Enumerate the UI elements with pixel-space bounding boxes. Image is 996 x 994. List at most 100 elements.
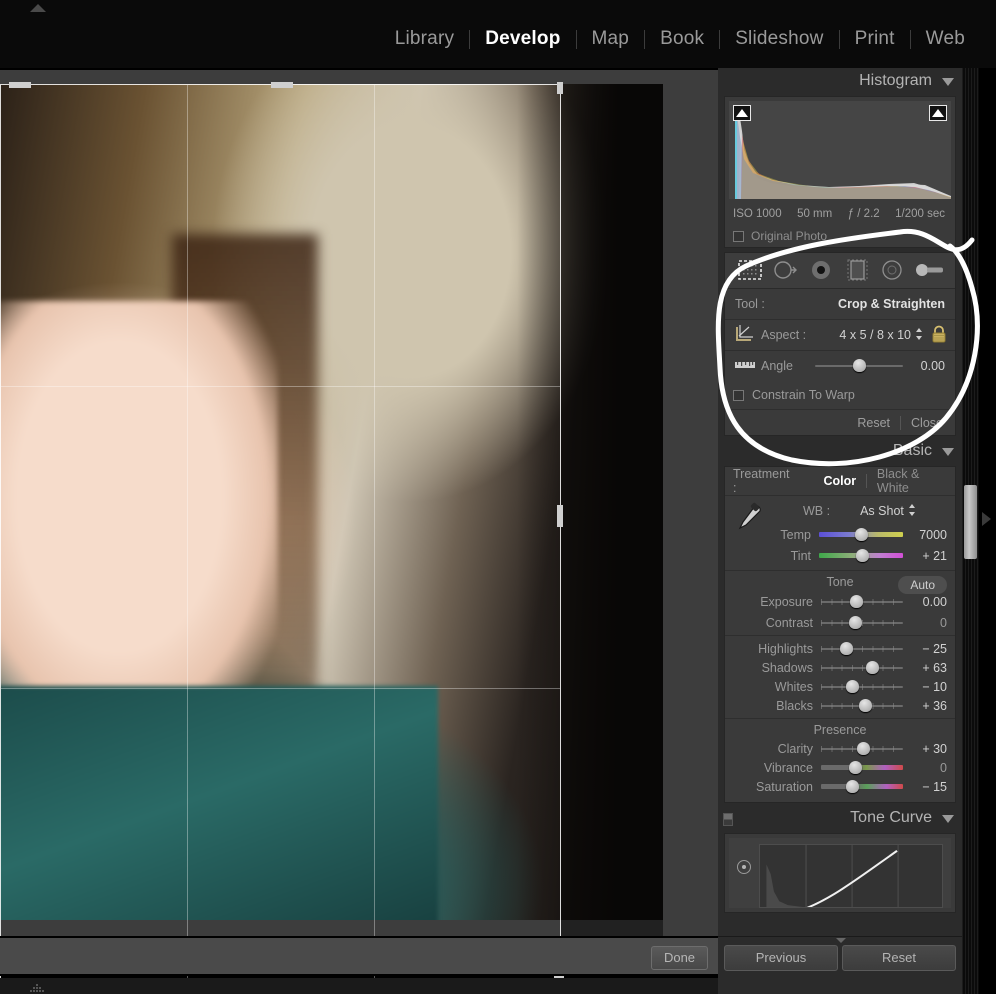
crop-handle-top-left[interactable] <box>9 82 31 88</box>
slider-knob[interactable] <box>848 760 862 774</box>
saturation-slider[interactable] <box>821 779 903 793</box>
crop-handle-top-center[interactable] <box>271 82 293 88</box>
constrain-to-warp-checkbox[interactable] <box>733 389 744 401</box>
top-panel-toggle-arrow-icon[interactable] <box>30 4 46 12</box>
exif-shutter-speed: 1/200 sec <box>895 208 945 220</box>
slider-knob[interactable] <box>845 679 859 693</box>
treatment-bw-option[interactable]: Black & White <box>867 467 947 495</box>
highlight-clipping-indicator[interactable] <box>929 105 947 121</box>
red-eye-icon[interactable] <box>807 259 837 283</box>
original-photo-label: Original Photo <box>751 229 828 243</box>
crop-frame-tool-icon[interactable] <box>733 324 757 347</box>
slider-knob[interactable] <box>858 698 872 712</box>
slider-knob[interactable] <box>857 741 871 755</box>
crop-reset-button[interactable]: Reset <box>857 416 890 430</box>
aspect-value[interactable]: 4 x 5 / 8 x 10 <box>839 328 911 342</box>
wb-value[interactable]: As Shot <box>860 504 904 518</box>
temp-value[interactable]: 7000 <box>911 528 947 542</box>
histogram-graph[interactable] <box>729 101 951 199</box>
whites-label: Whites <box>774 679 813 694</box>
slider-knob[interactable] <box>848 615 862 629</box>
adjustment-brush-icon[interactable] <box>914 259 944 283</box>
slider-knob[interactable] <box>852 359 866 372</box>
angle-value[interactable]: 0.00 <box>911 359 945 373</box>
blacks-value[interactable]: + 36 <box>911 699 947 713</box>
exposure-value[interactable]: 0.00 <box>911 595 947 609</box>
spot-removal-icon[interactable] <box>771 259 801 283</box>
straighten-tool-icon[interactable] <box>733 357 757 376</box>
crop-handle-top-right[interactable] <box>557 82 563 94</box>
shadow-clipping-indicator[interactable] <box>733 105 751 121</box>
crop-grid-line-v1 <box>187 85 188 988</box>
module-book[interactable]: Book <box>645 28 719 50</box>
treatment-color-option[interactable]: Color <box>814 474 867 488</box>
chevron-down-icon[interactable] <box>942 448 954 456</box>
radial-filter-icon[interactable] <box>878 259 908 283</box>
contrast-label: Contrast <box>765 615 813 630</box>
aspect-stepper-icon[interactable] <box>915 327 923 344</box>
reset-button[interactable]: Reset <box>842 945 956 971</box>
crop-overlay-icon[interactable] <box>736 259 766 283</box>
clarity-slider[interactable] <box>821 741 903 755</box>
right-panel-scrollbar-thumb[interactable] <box>964 485 977 559</box>
crop-handle-right-middle[interactable] <box>557 505 563 527</box>
tint-slider[interactable] <box>819 548 903 562</box>
exposure-label: Exposure <box>760 594 813 609</box>
saturation-value[interactable]: − 15 <box>911 780 947 794</box>
clarity-value[interactable]: + 30 <box>911 742 947 756</box>
filmstrip-grip-icon[interactable] <box>28 981 46 992</box>
tint-value[interactable]: + 21 <box>911 549 947 563</box>
vibrance-value[interactable]: 0 <box>911 761 947 775</box>
slider-knob[interactable] <box>866 660 880 674</box>
slider-knob[interactable] <box>856 548 870 562</box>
module-map[interactable]: Map <box>577 28 645 50</box>
highlights-slider-row: Highlights − 25 <box>725 639 955 658</box>
targeted-adjustment-tool-icon[interactable] <box>737 860 751 874</box>
basic-panel-header[interactable]: Basic <box>718 438 962 466</box>
wb-stepper-icon[interactable] <box>908 503 916 520</box>
crop-close-button[interactable]: Close <box>911 416 943 430</box>
panel-collapse-triangle-icon[interactable] <box>836 938 846 943</box>
module-print[interactable]: Print <box>840 28 910 50</box>
temp-slider[interactable] <box>819 527 903 541</box>
slider-knob[interactable] <box>839 641 853 655</box>
original-photo-checkbox[interactable] <box>733 230 744 242</box>
whites-value[interactable]: − 10 <box>911 680 947 694</box>
vibrance-slider[interactable] <box>821 760 903 774</box>
shadows-slider[interactable] <box>821 660 903 674</box>
previous-button[interactable]: Previous <box>724 945 838 971</box>
blacks-slider[interactable] <box>821 698 903 712</box>
exposure-slider[interactable] <box>821 594 903 608</box>
contrast-slider[interactable] <box>821 615 903 629</box>
chevron-down-icon[interactable] <box>942 815 954 823</box>
slider-knob[interactable] <box>845 779 859 793</box>
original-photo-row[interactable]: Original Photo <box>725 225 955 247</box>
module-web[interactable]: Web <box>911 28 980 50</box>
highlights-value[interactable]: − 25 <box>911 642 947 656</box>
highlights-slider[interactable] <box>821 641 903 655</box>
tool-value: Crop & Straighten <box>838 297 945 311</box>
chevron-down-icon[interactable] <box>942 78 954 86</box>
slider-knob[interactable] <box>849 594 863 608</box>
whites-slider[interactable] <box>821 679 903 693</box>
tone-curve-graph[interactable] <box>759 844 943 908</box>
right-panel-collapse-arrow-icon[interactable] <box>982 512 991 526</box>
tone-curve-panel-switch[interactable] <box>723 813 733 826</box>
contrast-value[interactable]: 0 <box>911 616 947 630</box>
module-slideshow[interactable]: Slideshow <box>720 28 838 50</box>
shadows-value[interactable]: + 63 <box>911 661 947 675</box>
constrain-to-warp-row[interactable]: Constrain To Warp <box>725 381 955 409</box>
graduated-filter-icon[interactable] <box>843 259 873 283</box>
histogram-panel-header[interactable]: Histogram <box>718 68 962 96</box>
module-library[interactable]: Library <box>380 28 469 50</box>
tone-curve-graph-area[interactable] <box>729 838 951 908</box>
angle-slider[interactable] <box>815 359 903 372</box>
module-develop[interactable]: Develop <box>470 28 575 50</box>
slider-knob[interactable] <box>854 527 868 541</box>
exposure-slider-row: Exposure 0.00 <box>725 591 955 612</box>
tone-curve-panel-header[interactable]: Tone Curve <box>718 805 962 833</box>
aspect-lock-icon[interactable] <box>931 325 947 346</box>
tone-curve-panel <box>724 833 956 913</box>
crop-overlay-rect[interactable] <box>0 82 564 991</box>
done-button[interactable]: Done <box>651 946 708 970</box>
